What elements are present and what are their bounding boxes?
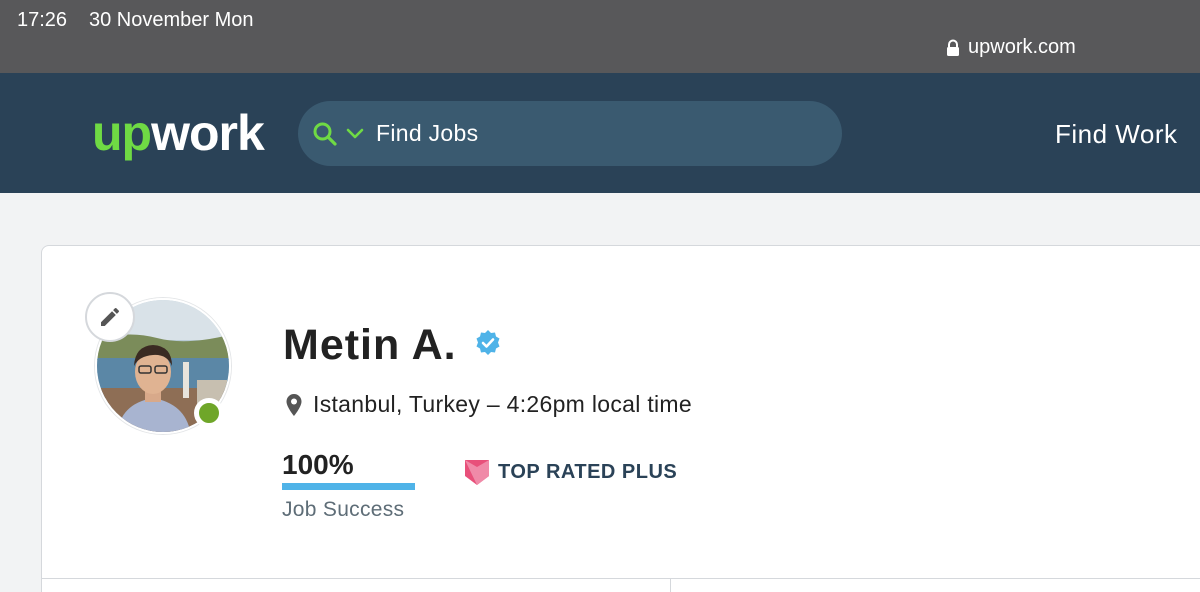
logo-up: up xyxy=(92,105,152,161)
top-rated-plus-icon xyxy=(465,460,489,485)
online-status-dot xyxy=(194,398,224,428)
job-success-label: Job Success xyxy=(282,498,405,521)
job-success-value: 100% xyxy=(282,449,354,480)
pencil-icon xyxy=(101,307,120,326)
url-text: upwork.com xyxy=(968,36,1076,58)
location-pin-icon xyxy=(286,393,302,416)
badge-label: TOP RATED PLUS xyxy=(498,460,678,483)
upwork-logo[interactable]: up work xyxy=(92,103,265,163)
location-row: Istanbul, Turkey – 4:26pm local time xyxy=(285,391,692,418)
job-success: 100% Job Success xyxy=(282,449,416,522)
browser-status-bar: 17:26 30 November Mon upwork.com xyxy=(0,0,1200,73)
lock-icon xyxy=(947,39,959,56)
address-bar[interactable]: upwork.com xyxy=(946,36,1076,59)
app-header: up work Find Jobs Find Work xyxy=(0,73,1200,193)
search-icon xyxy=(313,122,337,146)
card-divider xyxy=(42,578,1200,579)
status-time: 17:26 xyxy=(17,9,68,31)
chevron-down-icon[interactable] xyxy=(346,127,364,141)
status-date: 30 November Mon xyxy=(89,9,254,31)
card-divider-vertical xyxy=(670,578,671,592)
job-success-bar xyxy=(282,483,415,490)
location-text: Istanbul, Turkey – 4:26pm local time xyxy=(313,391,692,417)
profile-name: Metin A. xyxy=(283,321,457,369)
profile-card: Metin A. Istanbul, Turkey – 4:26pm local… xyxy=(41,245,1200,592)
nav-find-work[interactable]: Find Work xyxy=(1055,119,1178,150)
logo-work: work xyxy=(151,105,265,161)
edit-photo-button[interactable] xyxy=(85,292,135,342)
verified-icon xyxy=(476,330,500,355)
search-input[interactable]: Find Jobs xyxy=(298,101,842,166)
job-success-bar-fill xyxy=(282,483,415,490)
search-type-label: Find Jobs xyxy=(376,120,479,146)
top-rated-badge[interactable]: TOP RATED PLUS xyxy=(464,458,677,486)
